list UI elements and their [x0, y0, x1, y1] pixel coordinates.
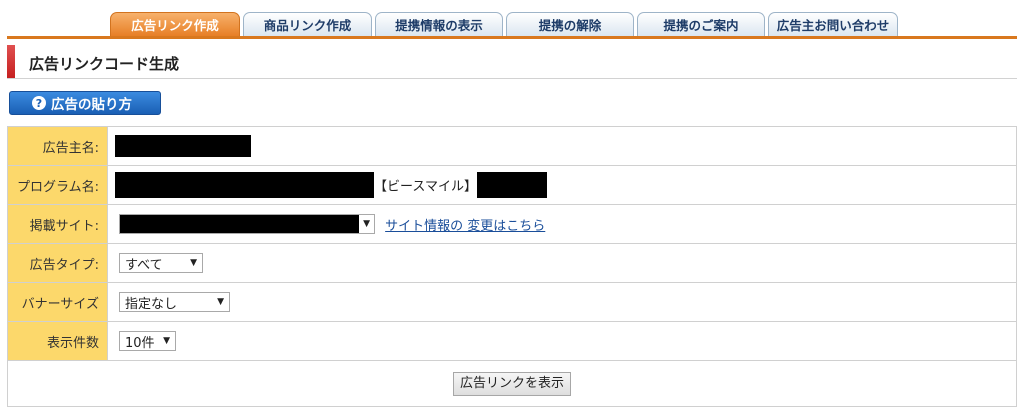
advertiser-label: 広告主名: [7, 126, 108, 166]
tab-ad-link-create[interactable]: 広告リンク作成 [110, 12, 240, 36]
tab-partnership-cancel[interactable]: 提携の解除 [506, 12, 634, 36]
tab-underline [7, 36, 1017, 39]
tab-partnership-info[interactable]: 提携情報の表示 [375, 12, 503, 36]
title-accent-bar [7, 45, 15, 78]
row-advertiser: 広告主名: [7, 126, 1017, 166]
site-label: 掲載サイト: [7, 204, 108, 244]
show-ad-link-button[interactable]: 広告リンクを表示 [452, 371, 571, 396]
row-submit: 広告リンクを表示 [7, 360, 1017, 407]
site-select[interactable]: ▼ [119, 214, 375, 234]
program-name-text: 【ビースマイル】 [374, 179, 477, 195]
program-name-redacted-2 [476, 172, 547, 198]
count-value: 10件 [125, 335, 155, 351]
advertiser-name-redacted [115, 135, 251, 157]
row-count: 表示件数 10件 ▼ [7, 321, 1017, 361]
row-program: プログラム名: 【ビースマイル】 [7, 165, 1017, 205]
section-header: 広告リンクコード生成 [7, 45, 1017, 79]
nav-tabs: 広告リンク作成 商品リンク作成 提携情報の表示 提携の解除 提携のご案内 広告主… [110, 12, 898, 37]
ad-type-select[interactable]: すべて ▼ [119, 253, 203, 273]
howto-button[interactable]: ? 広告の貼り方 [9, 91, 161, 115]
program-label: プログラム名: [7, 165, 108, 205]
howto-button-label: 広告の貼り方 [51, 97, 132, 113]
ad-type-value: すべて [125, 257, 163, 273]
chevron-down-icon: ▼ [217, 297, 224, 307]
count-select[interactable]: 10件 ▼ [119, 331, 176, 351]
tab-partnership-guide[interactable]: 提携のご案内 [637, 12, 765, 36]
chevron-down-icon: ▼ [190, 258, 197, 268]
banner-size-value: 指定なし [125, 296, 178, 312]
banner-size-label: バナーサイズ [7, 282, 108, 322]
row-site: 掲載サイト: ▼ サイト情報の 変更はこちら [7, 204, 1017, 244]
question-circle-icon: ? [32, 96, 46, 110]
program-name-redacted-1 [115, 172, 374, 198]
chevron-down-icon: ▼ [359, 219, 374, 229]
row-ad-type: 広告タイプ: すべて ▼ [7, 243, 1017, 283]
ad-type-label: 広告タイプ: [7, 243, 108, 283]
site-value-redacted [120, 215, 360, 233]
chevron-down-icon: ▼ [163, 336, 170, 346]
page-title: 広告リンクコード生成 [29, 55, 180, 73]
tab-product-link-create[interactable]: 商品リンク作成 [243, 12, 372, 36]
tab-advertiser-contact[interactable]: 広告主お問い合わせ [768, 12, 898, 36]
count-label: 表示件数 [7, 321, 108, 361]
banner-size-select[interactable]: 指定なし ▼ [119, 292, 230, 312]
site-change-link[interactable]: サイト情報の 変更はこちら [385, 219, 545, 234]
link-form: 広告主名: プログラム名: 【ビースマイル】 掲載サイト: ▼ サイト情報の 変… [7, 126, 1017, 407]
row-banner-size: バナーサイズ 指定なし ▼ [7, 282, 1017, 322]
